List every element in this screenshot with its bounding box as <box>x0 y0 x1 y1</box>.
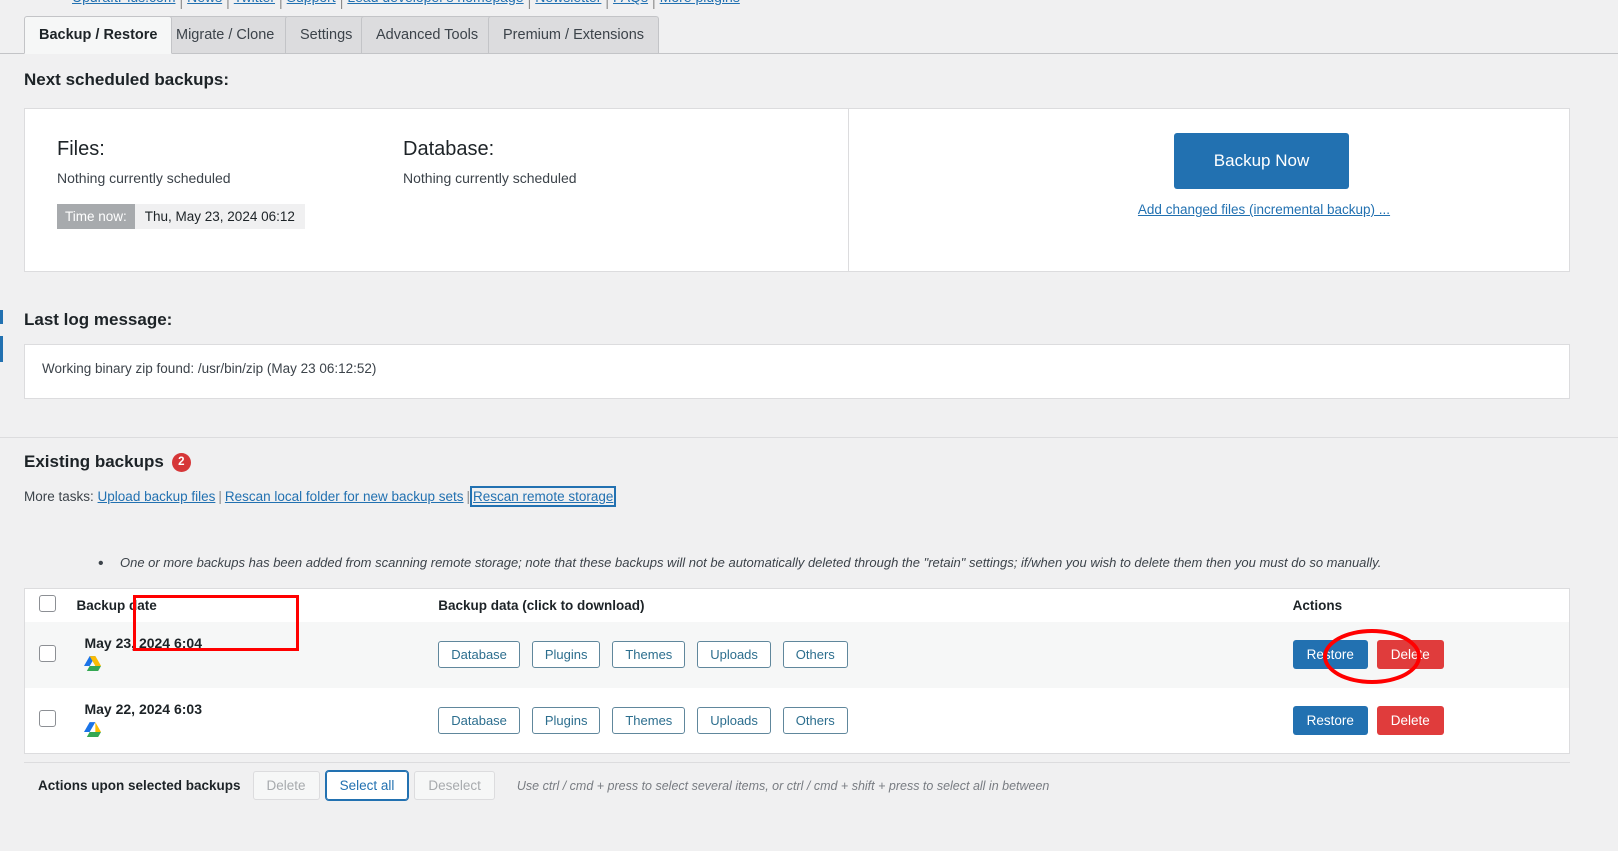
backup-data-cell: Database Plugins Themes Uploads Others <box>438 688 1292 754</box>
next-scheduled-panel: Files: Nothing currently scheduled Datab… <box>24 108 1570 272</box>
select-all-header <box>25 589 77 622</box>
header-link[interactable]: UpdraftPlus.com <box>72 0 175 2</box>
last-log-heading: Last log message: <box>24 310 172 330</box>
backup-date-text: May 22, 2024 6:03 <box>84 701 202 717</box>
backup-date-text: May 23, 2024 6:04 <box>84 635 202 651</box>
download-uploads-button[interactable]: Uploads <box>697 707 771 734</box>
files-status: Nothing currently scheduled <box>57 170 403 186</box>
backup-data-header: Backup data (click to download) <box>438 589 1292 622</box>
header-link[interactable]: Newsletter <box>535 0 601 2</box>
existing-backups-title: Existing backups <box>24 452 164 471</box>
table-header-row: Backup date Backup data (click to downlo… <box>25 589 1570 622</box>
header-link[interactable]: Support <box>287 0 336 2</box>
select-all-checkbox[interactable] <box>39 595 56 612</box>
last-log-box: Working binary zip found: /usr/bin/zip (… <box>24 344 1570 399</box>
time-now: Time now: Thu, May 23, 2024 06:12 <box>57 204 305 229</box>
download-others-button[interactable]: Others <box>783 641 848 668</box>
time-now-label: Time now: <box>57 204 135 229</box>
link-separator: | <box>336 0 348 9</box>
link-separator: | <box>601 0 613 9</box>
row-select-cell <box>25 688 77 754</box>
actions-header: Actions <box>1293 589 1570 622</box>
incremental-backup-link[interactable]: Add changed files (incremental backup) .… <box>1119 202 1409 217</box>
row-checkbox[interactable] <box>39 710 56 727</box>
link-separator: | <box>524 0 536 9</box>
database-schedule-column: Database: Nothing currently scheduled <box>403 109 577 271</box>
restore-button[interactable]: Restore <box>1293 706 1368 735</box>
backup-date-inner: May 23, 2024 6:04 <box>76 629 210 680</box>
more-tasks-bar: More tasks: Upload backup files|Rescan l… <box>24 489 613 504</box>
page-edge-mark-bottom <box>0 336 3 362</box>
row-actions-cell: Restore Delete <box>1293 622 1570 688</box>
bulk-actions-bar: Actions upon selected backups Delete Sel… <box>24 762 1570 808</box>
download-plugins-button[interactable]: Plugins <box>532 707 601 734</box>
time-now-value: Thu, May 23, 2024 06:12 <box>135 204 305 229</box>
restore-button[interactable]: Restore <box>1293 640 1368 669</box>
backup-data-cell: Database Plugins Themes Uploads Others <box>438 622 1292 688</box>
download-others-button[interactable]: Others <box>783 707 848 734</box>
delete-button[interactable]: Delete <box>1377 706 1444 735</box>
header-link[interactable]: Lead developer's homepage <box>347 0 523 2</box>
tab-migrate-clone[interactable]: Migrate / Clone <box>161 16 289 53</box>
google-drive-icon <box>84 722 101 737</box>
backup-now-button[interactable]: Backup Now <box>1174 133 1349 189</box>
tab-advanced-tools[interactable]: Advanced Tools <box>361 16 493 53</box>
table-row: May 23, 2024 6:04 Database Plugins Theme… <box>25 622 1570 688</box>
bulk-delete-button[interactable]: Delete <box>253 771 320 800</box>
download-database-button[interactable]: Database <box>438 707 520 734</box>
files-schedule-column: Files: Nothing currently scheduled <box>25 109 403 271</box>
tab-backup-restore[interactable]: Backup / Restore <box>24 16 172 54</box>
row-select-cell <box>25 622 77 688</box>
header-links-strip: UpdraftPlus.com|News|Twitter|Support|Lea… <box>0 0 1618 9</box>
backup-date-cell: May 22, 2024 6:03 <box>76 688 438 754</box>
database-title: Database: <box>403 138 577 161</box>
link-separator: | <box>222 0 234 9</box>
tab-settings[interactable]: Settings <box>285 16 367 53</box>
deselect-button[interactable]: Deselect <box>414 771 495 800</box>
last-log-text: Working binary zip found: /usr/bin/zip (… <box>42 361 376 376</box>
table-row: May 22, 2024 6:03 Database Plugins Theme… <box>25 688 1570 754</box>
link-separator: | <box>215 489 225 504</box>
header-link[interactable]: News <box>187 0 222 2</box>
delete-button[interactable]: Delete <box>1377 640 1444 669</box>
rescan-remote-storage-link[interactable]: Rescan remote storage <box>473 489 613 504</box>
backup-date-cell: May 23, 2024 6:04 <box>76 622 438 688</box>
download-themes-button[interactable]: Themes <box>612 641 685 668</box>
link-separator: | <box>275 0 287 9</box>
page-edge-mark-top <box>0 310 3 324</box>
download-database-button[interactable]: Database <box>438 641 520 668</box>
upload-backup-files-link[interactable]: Upload backup files <box>98 489 216 504</box>
schedule-columns: Files: Nothing currently scheduled Datab… <box>25 109 849 271</box>
tab-premium-extensions[interactable]: Premium / Extensions <box>488 16 659 53</box>
header-link[interactable]: FAQs <box>613 0 648 2</box>
link-separator: | <box>175 0 187 9</box>
next-scheduled-heading: Next scheduled backups: <box>24 70 229 90</box>
existing-backups-heading: Existing backups 2 <box>24 452 191 474</box>
row-actions-cell: Restore Delete <box>1293 688 1570 754</box>
link-separator: | <box>648 0 660 9</box>
backup-count-badge: 2 <box>172 453 191 472</box>
existing-backups-table: Backup date Backup data (click to downlo… <box>24 588 1570 754</box>
row-checkbox[interactable] <box>39 645 56 662</box>
remote-scan-notice: One or more backups has been added from … <box>120 555 1381 570</box>
download-uploads-button[interactable]: Uploads <box>697 641 771 668</box>
header-link[interactable]: Twitter <box>234 0 275 2</box>
link-separator: | <box>464 489 474 504</box>
more-tasks-label: More tasks: <box>24 489 94 504</box>
select-all-button[interactable]: Select all <box>326 771 409 800</box>
files-title: Files: <box>57 138 403 161</box>
backup-date-inner: May 22, 2024 6:03 <box>76 695 210 746</box>
rescan-local-folder-link[interactable]: Rescan local folder for new backup sets <box>225 489 464 504</box>
google-drive-icon <box>84 656 101 671</box>
section-divider <box>0 437 1618 438</box>
download-plugins-button[interactable]: Plugins <box>532 641 601 668</box>
backup-now-area: Backup Now Add changed files (incrementa… <box>849 109 1569 271</box>
tab-bar: Backup / Restore Migrate / Clone Setting… <box>0 16 1618 54</box>
bulk-actions-hint: Use ctrl / cmd + press to select several… <box>517 779 1050 793</box>
header-link[interactable]: More plugins <box>660 0 740 2</box>
database-status: Nothing currently scheduled <box>403 170 577 186</box>
download-themes-button[interactable]: Themes <box>612 707 685 734</box>
backup-date-header: Backup date <box>76 589 438 622</box>
bulk-actions-label: Actions upon selected backups <box>38 778 241 793</box>
